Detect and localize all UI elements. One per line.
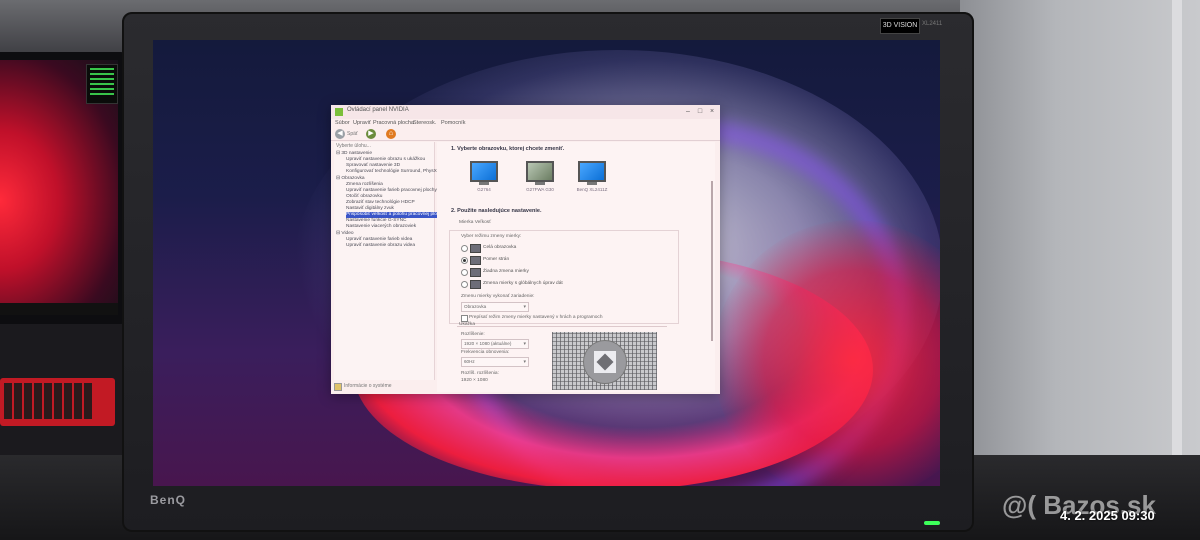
forward-arrow-icon[interactable]: ▶ bbox=[366, 129, 376, 139]
monitor-stand-icon bbox=[479, 182, 489, 185]
resolution-label: Rozlíšenie: bbox=[461, 332, 485, 337]
secondary-monitor-screen bbox=[0, 60, 118, 315]
tree-item-video-image[interactable]: Upraviť nastavenie obrazu videa bbox=[346, 243, 415, 249]
monitor-stand-icon bbox=[535, 182, 545, 185]
system-info-icon bbox=[334, 383, 342, 391]
preview-circle bbox=[583, 340, 627, 384]
photo-timestamp: 4. 2. 2025 09:30 bbox=[1060, 508, 1155, 523]
power-led bbox=[924, 521, 940, 525]
toolbar: ◀ Späť ▶ ⌂ bbox=[331, 128, 720, 141]
home-icon[interactable]: ⌂ bbox=[386, 129, 396, 139]
radio-aspect-ratio[interactable] bbox=[461, 257, 468, 264]
section-select-display-title: 1. Vyberte obrazovku, ktorej chcete zmen… bbox=[451, 146, 565, 152]
nvidia-app-icon bbox=[335, 108, 343, 116]
close-button[interactable]: × bbox=[707, 107, 717, 116]
preview-diamond bbox=[596, 353, 614, 371]
desktop-screen: Ovládací panel NVIDIA – □ × Súbor Upravi… bbox=[153, 40, 940, 486]
monitor-icon bbox=[578, 161, 606, 182]
monitor-brand-logo: BenQ bbox=[150, 493, 187, 507]
tree-item-multiple-displays[interactable]: Nastavenie viacerých obrazoviek bbox=[346, 224, 416, 230]
override-scaling-checkbox[interactable] bbox=[461, 315, 468, 322]
override-scaling-label: Prepísať režim zmeny mierky nastavený v … bbox=[469, 315, 603, 320]
task-sidebar: Vyberte úlohu... ⊟ 3D nastavenie Upraviť… bbox=[334, 142, 447, 380]
display-option-1[interactable]: G2764 bbox=[467, 161, 501, 192]
scaling-option-label: Pomer strán bbox=[483, 257, 510, 262]
menu-edit[interactable]: Upraviť bbox=[353, 119, 371, 128]
main-scrollbar[interactable] bbox=[711, 181, 713, 341]
perform-scaling-on-select[interactable]: Obrazovka bbox=[461, 302, 529, 312]
section-divider bbox=[457, 326, 667, 327]
back-label: Späť bbox=[347, 131, 358, 137]
monitor-icon bbox=[470, 161, 498, 182]
window-title: Ovládací panel NVIDIA bbox=[347, 107, 409, 113]
scaling-option-label: Zmena mierky s glóbálnych úprav dát bbox=[483, 281, 563, 286]
aspect-ratio-icon bbox=[470, 256, 481, 265]
menu-help[interactable]: Pomocník bbox=[441, 119, 465, 128]
scaling-preview-image bbox=[552, 332, 657, 390]
menu-bar: Súbor Upraviť Pracovná plocha Stereosk. … bbox=[331, 119, 720, 128]
system-info-link[interactable]: Informácie o systéme bbox=[334, 383, 392, 391]
display-option-2[interactable]: G27FWA G30 bbox=[523, 161, 557, 192]
display-label: G2764 bbox=[477, 187, 491, 192]
monitor-stand-icon bbox=[587, 182, 597, 185]
radio-integer-scaling[interactable] bbox=[461, 281, 468, 288]
system-info-label: Informácie o systéme bbox=[344, 383, 392, 389]
minimize-button[interactable]: – bbox=[683, 107, 693, 116]
3d-vision-badge: 3D VISION bbox=[880, 18, 920, 34]
menu-file[interactable]: Súbor bbox=[335, 119, 350, 128]
display-label: BenQ XL2411Z bbox=[576, 187, 608, 192]
terminal-window-thumbnail bbox=[86, 64, 118, 104]
integer-scaling-icon bbox=[470, 280, 481, 289]
radio-no-scaling[interactable] bbox=[461, 269, 468, 276]
radio-full-screen[interactable] bbox=[461, 245, 468, 252]
menu-stereoscopic[interactable]: Stereosk. bbox=[413, 119, 436, 128]
no-scaling-icon bbox=[470, 268, 481, 277]
back-arrow-icon[interactable]: ◀ bbox=[335, 129, 345, 139]
section-apply-settings-title: 2. Použite nasledujúce nastavenie. bbox=[451, 208, 542, 214]
full-screen-icon bbox=[470, 244, 481, 253]
scaling-mode-label: Vyber režimu zmeny mierky: bbox=[461, 234, 522, 239]
scaling-option-label: Žiadna zmena mierky bbox=[483, 269, 529, 274]
scaling-tabs[interactable]: Mierka Veľkosť bbox=[459, 220, 491, 225]
keyboard bbox=[0, 378, 115, 426]
display-option-3[interactable]: BenQ XL2411Z bbox=[575, 161, 609, 192]
refresh-rate-label: Frekvencia obnovenia: bbox=[461, 350, 510, 355]
monitor-model-label: XL2411 bbox=[922, 21, 943, 27]
keyboard-keys bbox=[4, 383, 94, 419]
display-label: G27FWA G30 bbox=[526, 187, 554, 192]
sidebar-header: Vyberte úlohu... bbox=[336, 143, 371, 149]
maximize-button[interactable]: □ bbox=[695, 107, 705, 116]
desktop-resolution-label: Rozlíš. rozlíšenia: bbox=[461, 371, 499, 376]
title-bar[interactable]: Ovládací panel NVIDIA – □ × bbox=[331, 105, 720, 119]
preview-label: Ukážka bbox=[459, 322, 475, 327]
menu-desktop[interactable]: Pracovná plocha bbox=[373, 119, 414, 128]
nvidia-control-panel-window[interactable]: Ovládací panel NVIDIA – □ × Súbor Upravi… bbox=[331, 105, 720, 394]
resolution-select[interactable]: 1920 × 1080 (aktuálne) bbox=[461, 339, 529, 349]
monitor-icon bbox=[526, 161, 554, 182]
secondary-monitor bbox=[0, 52, 125, 324]
perform-scaling-on-label: Zmenu mierky vykonať zariadenie: bbox=[461, 294, 535, 299]
secondary-taskbar bbox=[0, 303, 118, 315]
desktop-resolution-value: 1920 × 1080 bbox=[461, 378, 488, 383]
scaling-option-label: Celá obrazovka bbox=[483, 245, 517, 250]
refresh-rate-select[interactable]: 60Hz bbox=[461, 357, 529, 367]
preview-square bbox=[594, 351, 616, 373]
tree-item-surround-physx[interactable]: Konfigurovať technológie Surround, PhysX bbox=[346, 169, 437, 175]
